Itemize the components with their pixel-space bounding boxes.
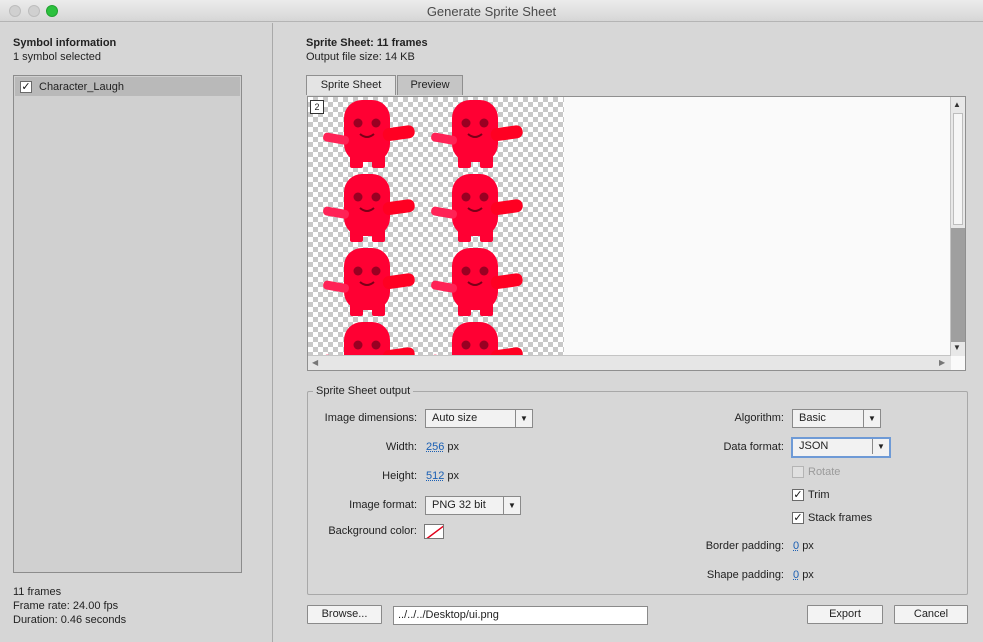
border-padding-label: Border padding: (705, 540, 784, 552)
vertical-scroll-track[interactable] (951, 228, 965, 342)
chevron-down-icon: ▼ (503, 497, 520, 514)
horizontal-scrollbar[interactable]: ◀ ▶ (308, 355, 951, 370)
border-padding-value[interactable]: 0 (793, 540, 799, 552)
data-format-dropdown[interactable]: JSON ▼ (791, 437, 891, 458)
width-label: Width: (385, 441, 417, 453)
rotate-checkbox (792, 466, 804, 478)
symbol-name: Character_Laugh (39, 80, 125, 93)
chevron-down-icon: ▼ (863, 410, 880, 427)
height-label: Height: (382, 470, 417, 482)
height-value[interactable]: 512 (426, 470, 444, 482)
image-dimensions-value: Auto size (432, 412, 478, 424)
data-format-label: Data format: (723, 441, 784, 453)
symbol-selection-count: 1 symbol selected (13, 51, 102, 63)
duration: Duration: 0.46 seconds (13, 614, 127, 626)
export-button[interactable]: Export (807, 605, 883, 624)
trim-label: Trim (808, 489, 830, 501)
image-format-label: Image format: (349, 499, 417, 511)
scroll-right-icon[interactable]: ▶ (939, 358, 945, 367)
title-bar: Generate Sprite Sheet (0, 0, 983, 22)
no-color-icon (426, 525, 443, 538)
image-format-value: PNG 32 bit (432, 499, 486, 511)
height-field[interactable]: 512 px (426, 470, 459, 482)
algorithm-value: Basic (799, 412, 826, 424)
symbol-list[interactable]: ✓ Character_Laugh (13, 75, 242, 573)
width-field[interactable]: 256 px (426, 441, 459, 453)
border-padding-unit: px (802, 540, 814, 552)
background-color-label: Background color: (328, 525, 417, 537)
width-unit: px (447, 441, 460, 453)
symbol-info-panel: Symbol information 1 symbol selected ✓ C… (0, 23, 273, 642)
output-group-legend: Sprite Sheet output (313, 385, 414, 397)
window-title: Generate Sprite Sheet (426, 4, 557, 19)
trim-option[interactable]: ✓ Trim (792, 489, 830, 501)
data-format-value: JSON (799, 440, 829, 452)
border-padding-field[interactable]: 0 px (793, 540, 814, 552)
width-value[interactable]: 256 (426, 441, 444, 453)
symbol-checkbox[interactable]: ✓ (20, 80, 32, 93)
browse-button[interactable]: Browse... (307, 605, 382, 624)
cancel-button[interactable]: Cancel (894, 605, 968, 624)
scroll-left-icon[interactable]: ◀ (312, 358, 318, 367)
chevron-down-icon: ▼ (872, 439, 889, 454)
shape-padding-field[interactable]: 0 px (793, 569, 814, 581)
stack-frames-checkbox[interactable]: ✓ (792, 512, 804, 524)
shape-padding-label: Shape padding: (706, 569, 784, 581)
frame-rate: Frame rate: 24.00 fps (13, 600, 119, 612)
background-color-swatch[interactable] (424, 524, 444, 539)
output-file-size: Output file size: 14 KB (306, 51, 415, 63)
frame-number-badge: 2 (310, 100, 324, 114)
sprite-sheet-preview[interactable]: 2 100 % ▲ ▼ ◀ ▶ (307, 96, 966, 371)
vertical-scroll-thumb[interactable] (953, 113, 963, 225)
shape-padding-unit: px (802, 569, 814, 581)
rotate-option: Rotate (792, 466, 840, 478)
algorithm-label: Algorithm: (734, 412, 784, 424)
output-path-field[interactable]: ../../../Desktop/ui.png (393, 606, 648, 625)
trim-checkbox[interactable]: ✓ (792, 489, 804, 501)
image-format-dropdown[interactable]: PNG 32 bit ▼ (425, 496, 521, 515)
stack-frames-option[interactable]: ✓ Stack frames (792, 512, 872, 524)
frame-count: 11 frames (13, 586, 62, 598)
scroll-up-icon[interactable]: ▲ (953, 100, 961, 109)
algorithm-dropdown[interactable]: Basic ▼ (792, 409, 881, 428)
scroll-down-icon[interactable]: ▼ (953, 343, 961, 352)
rotate-label: Rotate (808, 466, 841, 478)
tab-preview[interactable]: Preview (397, 75, 463, 95)
stack-frames-label: Stack frames (808, 512, 873, 524)
tab-sprite-sheet[interactable]: Sprite Sheet (306, 75, 396, 95)
height-unit: px (447, 470, 460, 482)
shape-padding-value[interactable]: 0 (793, 569, 799, 581)
transparency-checkerboard: 2 (308, 97, 564, 357)
image-dimensions-dropdown[interactable]: Auto size ▼ (425, 409, 533, 428)
symbol-info-heading: Symbol information (13, 37, 117, 49)
symbol-stats: 11 frames Frame rate: 24.00 fps Duration… (13, 585, 126, 627)
symbol-list-item[interactable]: ✓ Character_Laugh (15, 77, 240, 96)
sprite-sheet-title: Sprite Sheet: 11 frames (306, 37, 428, 49)
vertical-scrollbar[interactable]: ▲ ▼ (950, 97, 965, 356)
chevron-down-icon: ▼ (515, 410, 532, 427)
image-dimensions-label: Image dimensions: (324, 412, 417, 424)
sprite-frames (321, 99, 525, 357)
